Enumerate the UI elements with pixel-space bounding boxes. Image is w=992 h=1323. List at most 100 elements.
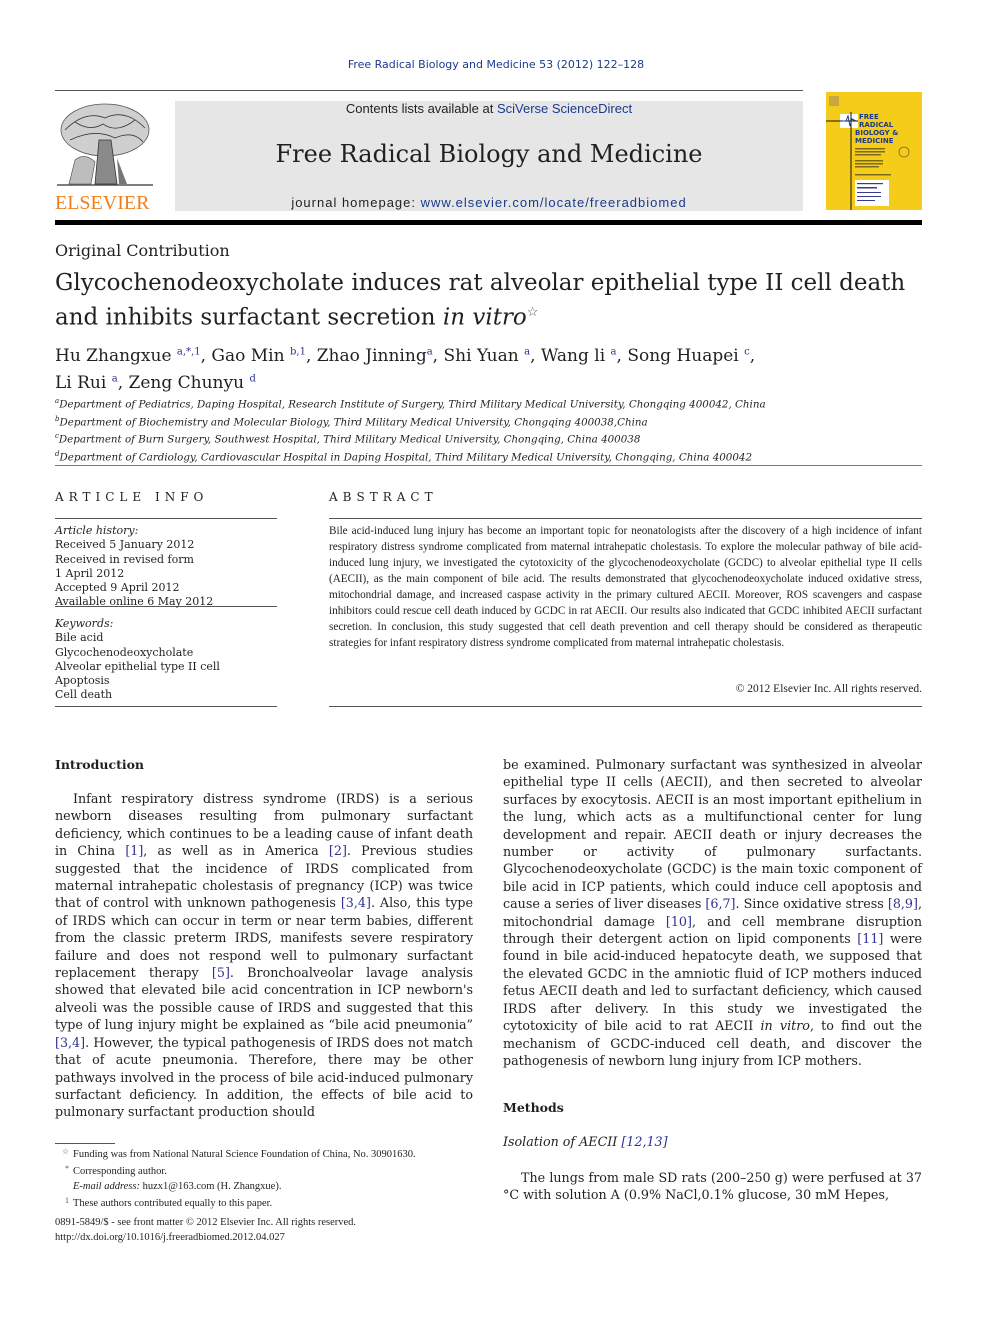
homepage-link[interactable]: www.elsevier.com/locate/freeradbiomed [421, 195, 687, 210]
email-footnote: E-mail address: huzx1@163.com (H. Zhangx… [55, 1180, 475, 1194]
history-label: Article history: [55, 524, 139, 537]
citation-link[interactable]: [3,4] [341, 895, 371, 910]
top-rule [55, 90, 803, 91]
sciencedirect-link[interactable]: SciVerse ScienceDirect [497, 101, 632, 116]
title-line-1: Glycochenodeoxycholate induces rat alveo… [55, 270, 906, 296]
keyword: Cell death [55, 688, 113, 702]
body-text: . Since oxidative stress [735, 896, 888, 912]
cover-title-3: BIOLOGY & [855, 129, 898, 137]
title-line-2: and inhibits surfactant secretion in vit… [55, 298, 915, 333]
funding-text: Funding was from National Natural Scienc… [73, 1149, 416, 1160]
isolation-title: Isolation of AECII [503, 1134, 622, 1149]
equal-contribution-footnote: 1 These authors contributed equally to th… [55, 1194, 475, 1211]
star-icon: ☆ [61, 1147, 69, 1156]
author-name: Wang li [540, 345, 606, 366]
keyword: Glycochenodeoxycholate [55, 645, 194, 659]
author[interactable]: Wang li a, [541, 346, 627, 366]
title-footnote-star-icon[interactable]: ☆ [527, 305, 539, 320]
affiliation-text: Department of Biochemistry and Molecular… [59, 416, 648, 429]
affiliation: bDepartment of Biochemistry and Molecula… [55, 412, 925, 430]
history-item: Received 5 January 2012 [55, 538, 195, 552]
contents-availability: Contents lists available at SciVerse Sci… [175, 101, 803, 116]
cover-title-4: MEDICINE [855, 137, 894, 145]
author-separator: , [530, 345, 541, 366]
author-name: Gao Min [211, 345, 285, 366]
publication-info: 0891-5849/$ - see front matter © 2012 El… [55, 1216, 356, 1245]
header-divider [55, 220, 922, 225]
author[interactable]: Hu Zhangxue a,*,1, [55, 346, 211, 366]
article-history: Article history: Received 5 January 2012… [55, 524, 277, 610]
author-affil-marks[interactable]: d [249, 374, 255, 385]
history-item: Accepted 9 April 2012 [55, 581, 180, 595]
affiliation: aDepartment of Pediatrics, Daping Hospit… [55, 394, 925, 412]
history-item: Available online 6 May 2012 [55, 595, 214, 609]
body-right-column: be examined. Pulmonary surfactant was sy… [503, 756, 922, 1069]
tree-icon [57, 103, 153, 186]
footnote-divider [55, 1143, 115, 1144]
journal-homepage: journal homepage: www.elsevier.com/locat… [175, 195, 803, 210]
author[interactable]: Shi Yuan a, [443, 346, 540, 366]
divider [55, 606, 277, 607]
title-line-2-text: and inhibits surfactant secretion [55, 304, 443, 331]
article-info-heading: ARTICLE INFO [55, 490, 209, 504]
body-text: be examined. Pulmonary surfactant was sy… [503, 757, 922, 912]
author[interactable]: Zhao Jinninga, [317, 346, 444, 366]
journal-citation-link[interactable]: Free Radical Biology and Medicine 53 (20… [348, 58, 644, 71]
author[interactable]: Gao Min b,1, [211, 346, 316, 366]
title-italic-in-vitro: in vitro [442, 304, 527, 331]
citation-link[interactable]: [1] [125, 843, 143, 858]
corresponding-text: Corresponding author. [73, 1166, 167, 1178]
author-separator: , [616, 345, 628, 366]
affiliation-text: Department of Pediatrics, Daping Hospita… [59, 398, 766, 411]
email-link[interactable]: huzx1@163.com (H. Zhangxue). [143, 1181, 282, 1192]
affiliations: aDepartment of Pediatrics, Daping Hospit… [55, 394, 925, 465]
cover-title-2: RADICAL [859, 121, 894, 129]
italic-text: in vitro [760, 1018, 810, 1034]
funding-footnote: ☆ Funding was from National Natural Scien… [55, 1145, 475, 1162]
article-title: Glycochenodeoxycholate induces rat alveo… [55, 268, 915, 333]
citation-link[interactable]: [3,4] [55, 1035, 85, 1050]
divider [55, 518, 277, 519]
citation-link[interactable]: [6,7] [705, 896, 735, 911]
author-affil-marks[interactable]: a,*,1 [177, 346, 201, 357]
author-name: Zhao Jinning [316, 345, 427, 366]
email-label: E-mail address: [73, 1180, 140, 1192]
running-head: Free Radical Biology and Medicine 53 (20… [0, 58, 992, 71]
divider [329, 518, 922, 519]
keyword: Bile acid [55, 631, 104, 645]
abstract-heading: ABSTRACT [329, 490, 438, 504]
author-separator: , [117, 373, 129, 394]
keywords: Keywords: Bile acid Glycochenodeoxychola… [55, 617, 277, 703]
citation-link[interactable]: [12,13] [621, 1134, 667, 1149]
abstract-text: Bile acid-induced lung injury has become… [329, 525, 922, 649]
cover-art-icon: FREE RADICAL BIOLOGY & MEDICINE [826, 96, 910, 210]
cover-title-1: FREE [859, 113, 879, 121]
citation-link[interactable]: [11] [857, 931, 883, 946]
homepage-prefix: journal homepage: [291, 195, 421, 210]
doi-link[interactable]: http://dx.doi.org/10.1016/j.freeradbiome… [55, 1232, 285, 1243]
author[interactable]: Zeng Chunyu d [129, 373, 256, 393]
citation-link[interactable]: [5] [212, 965, 230, 980]
affiliation-divider [55, 465, 922, 466]
methods-text: The lungs from male SD rats (200–250 g) … [503, 1170, 922, 1203]
citation-link[interactable]: [8,9] [888, 896, 918, 911]
introduction-heading: Introduction [55, 757, 145, 772]
author[interactable]: Li Rui a, [55, 373, 129, 393]
body-left-column: Infant respiratory distress syndrome (IR… [55, 790, 473, 1121]
affiliation-text: Department of Cardiology, Cardiovascular… [59, 451, 752, 464]
author-name: Li Rui [55, 373, 107, 394]
journal-cover-thumbnail[interactable]: FREE RADICAL BIOLOGY & MEDICINE [826, 92, 922, 210]
introduction-paragraph: Infant respiratory distress syndrome (IR… [55, 790, 473, 1121]
divider [55, 706, 277, 707]
introduction-paragraph-continued: be examined. Pulmonary surfactant was sy… [503, 756, 922, 1069]
author-name: Hu Zhangxue [55, 345, 172, 366]
divider [329, 706, 922, 707]
author-affil-marks[interactable]: b,1 [290, 346, 306, 357]
author[interactable]: Song Huapei c, [627, 346, 755, 366]
article-type: Original Contribution [55, 241, 230, 260]
citation-link[interactable]: [10] [666, 914, 692, 929]
affiliation: dDepartment of Cardiology, Cardiovascula… [55, 447, 925, 465]
citation-link[interactable]: [2] [329, 843, 347, 858]
affiliation: cDepartment of Burn Surgery, Southwest H… [55, 429, 925, 447]
journal-title: Free Radical Biology and Medicine [275, 140, 703, 168]
